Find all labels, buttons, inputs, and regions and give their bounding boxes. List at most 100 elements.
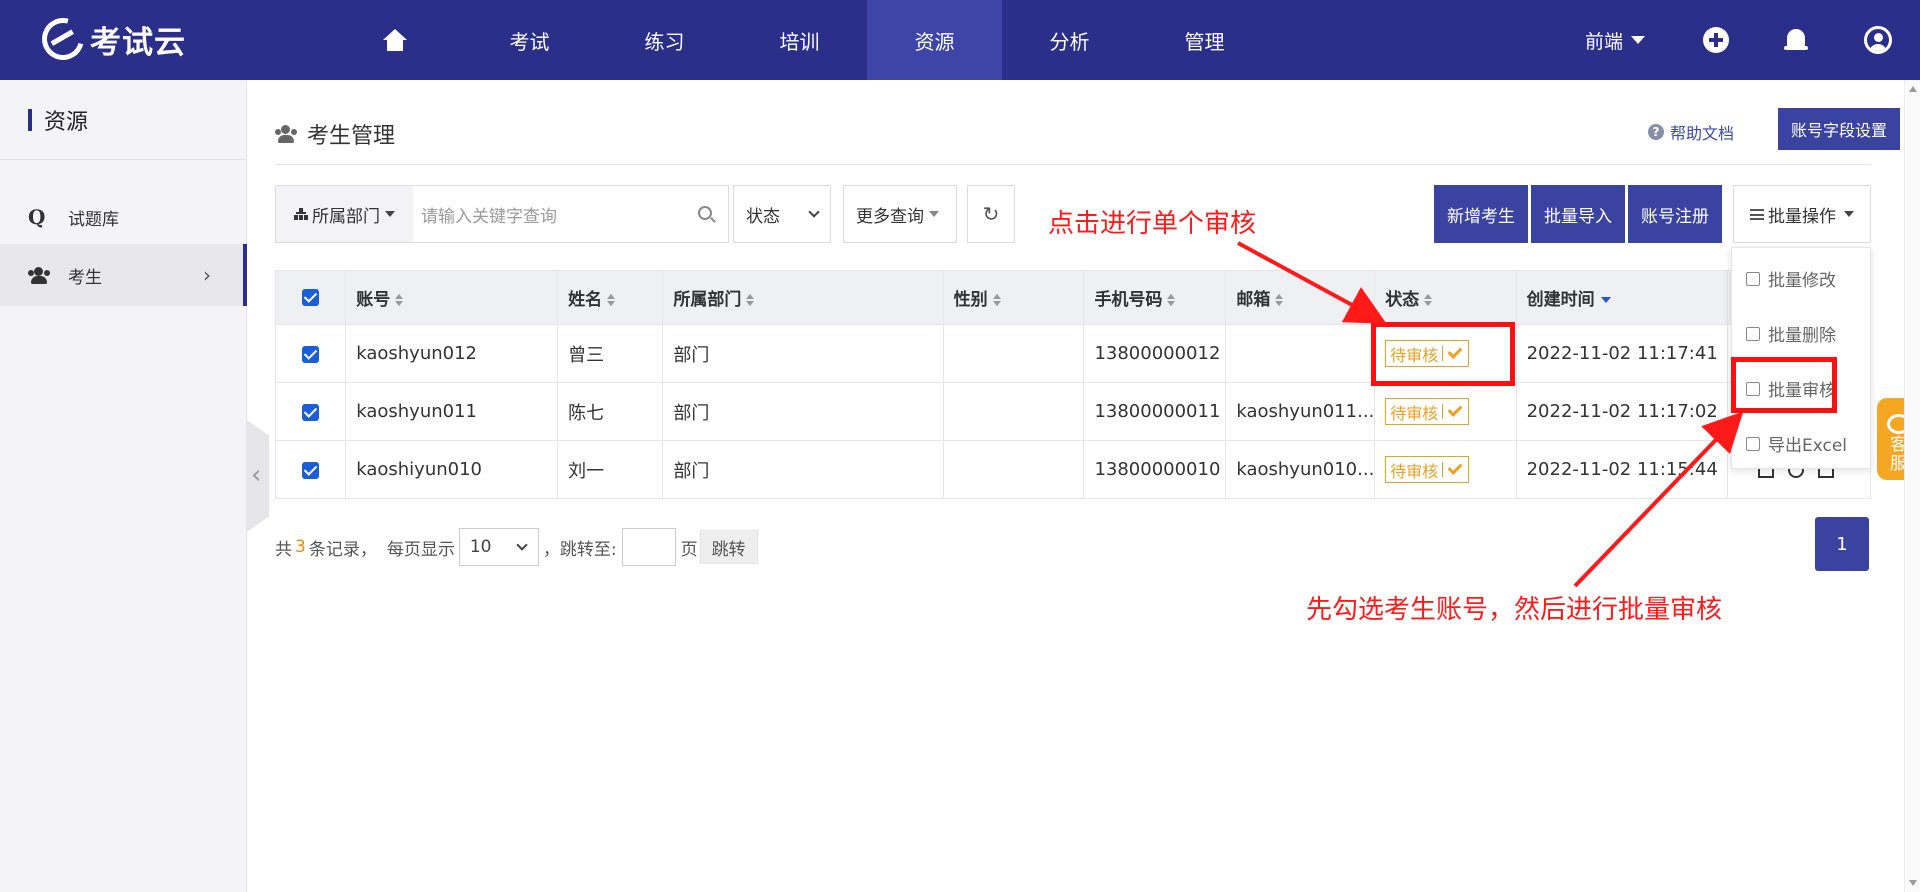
edit-icon (1746, 271, 1760, 286)
col-label: 性别 (953, 290, 988, 310)
row-checkbox[interactable] (274, 324, 347, 383)
col-phone[interactable]: 手机号码 (1083, 270, 1227, 325)
scroll-down-icon[interactable] (1909, 880, 1917, 886)
more-filters-button[interactable]: 更多查询 (843, 185, 957, 243)
cell-gender (942, 324, 1085, 383)
excel-file-icon (1746, 436, 1760, 451)
sort-icon (746, 294, 755, 306)
add-button[interactable] (1703, 0, 1729, 80)
user-menu-label: 前端 (1585, 30, 1624, 53)
total-prefix: 共 (275, 539, 292, 560)
batch-operations-button[interactable]: 批量操作 (1733, 185, 1871, 243)
reset-button[interactable]: ↻ (967, 185, 1015, 243)
logo[interactable]: 考试云 (34, 10, 186, 68)
profile-button[interactable] (1864, 0, 1892, 80)
help-link[interactable]: ? 帮助文档 (1648, 120, 1734, 144)
nav-resources[interactable]: 资源 (867, 0, 1002, 80)
trash-icon (1746, 326, 1760, 341)
caret-down-icon (385, 211, 395, 217)
menu-icon (1750, 208, 1764, 220)
page-size-select[interactable]: 10 (458, 528, 539, 566)
select-all-checkbox[interactable] (274, 270, 347, 325)
col-name[interactable]: 姓名 (557, 270, 664, 325)
col-email[interactable]: 邮箱 (1225, 270, 1376, 325)
page-header: 考生管理 ? 帮助文档 账号字段设置 (275, 102, 1900, 165)
menu-item-batch-delete[interactable]: 批量删除 (1732, 306, 1872, 361)
sort-icon (607, 294, 616, 306)
account-register-button[interactable]: 账号注册 (1628, 185, 1722, 243)
col-status[interactable]: 状态 (1374, 270, 1517, 325)
col-gender[interactable]: 性别 (942, 270, 1085, 325)
cell-name: 曾三 (557, 324, 664, 383)
col-created[interactable]: 创建时间 (1515, 270, 1729, 325)
col-department[interactable]: 所属部门 (662, 270, 944, 325)
search-icon[interactable] (698, 206, 712, 220)
row-checkbox[interactable] (274, 382, 347, 441)
cell-status: 待审核 (1374, 440, 1517, 499)
status-text: 待审核 (1390, 461, 1439, 481)
cell-account: kaoshyun012 (345, 324, 559, 383)
status-select[interactable]: 状态 (733, 185, 831, 243)
status-text: 待审核 (1390, 403, 1439, 423)
scroll-up-icon[interactable] (1909, 86, 1917, 92)
cell-name: 陈七 (557, 382, 664, 441)
more-filters-label: 更多查询 (856, 206, 924, 227)
cell-created: 2022-11-02 11:15:44 (1515, 440, 1729, 499)
page-unit: 页 (680, 539, 698, 560)
cell-status: 待审核 (1374, 382, 1517, 441)
page-size-value: 10 (469, 537, 492, 557)
batch-import-button[interactable]: 批量导入 (1531, 185, 1625, 243)
vertical-scrollbar[interactable] (1904, 80, 1920, 892)
status-pending-badge[interactable]: 待审核 (1385, 456, 1470, 483)
page-jump-input[interactable] (621, 528, 676, 566)
cell-account: kaoshiyun010 (345, 440, 559, 499)
checkbox-icon (302, 289, 320, 306)
user-menu[interactable]: 前端 (1585, 0, 1646, 80)
nav-exam[interactable]: 考试 (462, 0, 597, 80)
col-account[interactable]: 账号 (345, 270, 559, 325)
chevron-down-icon (808, 206, 820, 218)
search-input[interactable]: 请输入关键字查询 (413, 185, 729, 243)
user-icon (1864, 26, 1892, 54)
nav-training[interactable]: 培训 (732, 0, 867, 80)
menu-item-batch-edit[interactable]: 批量修改 (1732, 251, 1872, 306)
sidebar-item-question-bank[interactable]: Q 试题库 (0, 186, 247, 248)
nav-analysis[interactable]: 分析 (1002, 0, 1137, 80)
sidebar-item-candidates[interactable]: 考生 › (0, 244, 247, 306)
nav-manage[interactable]: 管理 (1137, 0, 1272, 80)
cell-phone: 13800000011 (1083, 382, 1227, 441)
sort-icon (1424, 294, 1433, 306)
help-icon: ? (1648, 124, 1664, 140)
menu-item-export-excel[interactable]: 导出Excel (1732, 416, 1872, 471)
status-pending-badge[interactable]: 待审核 (1385, 398, 1470, 425)
col-label: 邮箱 (1236, 290, 1271, 310)
notifications-button[interactable] (1784, 0, 1808, 80)
table-row: kaoshiyun010 刘一 部门 13800000010 kaoshyun0… (274, 440, 1871, 499)
nav-home[interactable] (327, 0, 462, 80)
batch-approve-annotation: 先勾选考生账号，然后进行批量审核 (1306, 595, 1723, 625)
jump-button[interactable]: 跳转 (699, 530, 758, 564)
add-candidate-button[interactable]: 新增考生 (1434, 185, 1528, 243)
approve-check-icon[interactable] (1447, 402, 1463, 417)
approve-check-icon[interactable] (1447, 460, 1463, 475)
table-row: kaoshyun011 陈七 部门 13800000011 kaoshyun01… (274, 382, 1871, 441)
caret-down-icon (1844, 211, 1854, 217)
cell-gender (942, 382, 1085, 441)
caret-down-icon (929, 211, 939, 217)
page-button-current[interactable]: 1 (1815, 517, 1869, 571)
home-icon (382, 29, 407, 51)
checkbox-icon (302, 461, 320, 479)
department-filter[interactable]: 所属部门 (275, 185, 413, 243)
jump-label: ，跳转至: (542, 539, 617, 560)
single-approve-highlight (1371, 322, 1515, 386)
sort-icon (1167, 294, 1176, 306)
field-settings-button[interactable]: 账号字段设置 (1778, 108, 1900, 150)
cell-email: kaoshyun011... (1225, 382, 1376, 441)
logo-text: 考试云 (90, 24, 186, 61)
row-checkbox[interactable] (274, 440, 347, 499)
table-row: kaoshyun012 曾三 部门 13800000012 待审核 2022-1… (274, 324, 1871, 383)
chevron-down-icon (516, 539, 528, 551)
col-label: 账号 (356, 290, 391, 310)
col-label: 创建时间 (1526, 290, 1595, 310)
nav-practice[interactable]: 练习 (597, 0, 732, 80)
